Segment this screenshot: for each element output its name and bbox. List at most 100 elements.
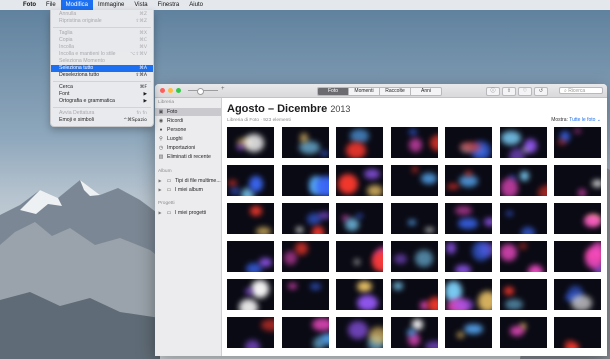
photo-thumbnail[interactable] (390, 241, 438, 272)
disclosure-triangle-icon[interactable]: ▶ (155, 177, 163, 185)
sidebar-header-library: Libreria (158, 100, 174, 105)
photo-thumbnail[interactable] (499, 279, 547, 310)
disclosure-triangle-icon[interactable]: ▶ (155, 209, 163, 217)
photo-light (477, 290, 492, 310)
sidebar-item-photos[interactable]: ▣ Foto (155, 108, 221, 116)
menu-app-name[interactable]: Foto (18, 0, 41, 10)
photo-thumbnail[interactable] (554, 279, 601, 310)
showing-filter[interactable]: Mostra: Tutte le foto ⌄ (551, 117, 601, 123)
photo-thumbnail[interactable] (390, 127, 438, 158)
photo-thumbnail[interactable] (499, 165, 547, 196)
edit-menu-item: Annulla ⌘Z (51, 11, 153, 18)
photo-thumbnail[interactable] (281, 317, 329, 348)
favorite-button[interactable]: ♡ (518, 87, 532, 96)
photo-thumbnail[interactable] (227, 203, 274, 234)
sidebar-item-memories[interactable]: ◉ Ricordi (155, 117, 221, 125)
sidebar-item-label: I miei album (175, 187, 203, 193)
photo-thumbnail[interactable] (281, 203, 329, 234)
menu-window[interactable]: Finestra (153, 0, 185, 10)
rotate-button[interactable]: ↺ (534, 87, 548, 96)
sidebar-item-my-albums[interactable]: ▶ ▭ I miei album (155, 186, 221, 194)
photo-thumbnail[interactable] (445, 165, 492, 196)
tab-photos[interactable]: Foto (318, 88, 349, 95)
disclosure-triangle-icon[interactable]: ▶ (155, 186, 163, 194)
photo-thumbnail[interactable] (445, 203, 492, 234)
edit-menu-item[interactable]: Cerca ⌘F (51, 84, 153, 91)
minimize-window-button[interactable] (168, 88, 173, 93)
fullscreen-window-button[interactable] (176, 88, 181, 93)
photo-thumbnail[interactable] (499, 203, 547, 234)
photo-thumbnail[interactable] (336, 317, 383, 348)
photo-thumbnail[interactable] (281, 241, 329, 272)
photo-thumbnail[interactable] (227, 127, 274, 158)
photo-thumbnail[interactable] (499, 127, 547, 158)
edit-menu-item[interactable]: Font ▶ (51, 91, 153, 98)
photo-thumbnail[interactable] (336, 165, 383, 196)
photo-light (578, 189, 587, 196)
menu-view[interactable]: Vista (129, 0, 152, 10)
info-button[interactable]: ⓘ (486, 87, 500, 96)
search-field[interactable]: ⌕ Ricerca (559, 87, 603, 94)
photo-thumbnail[interactable] (336, 127, 383, 158)
photo-thumbnail[interactable] (390, 165, 438, 196)
sidebar-item-my-projects[interactable]: ▶ ▭ I miei progetti (155, 209, 221, 217)
share-button[interactable]: ⇧ (502, 87, 516, 96)
photo-light (454, 264, 471, 272)
photo-thumbnail[interactable] (554, 241, 601, 272)
zoom-slider[interactable] (188, 88, 218, 95)
zoom-slider-knob[interactable] (197, 88, 204, 95)
photo-thumbnail[interactable] (390, 279, 438, 310)
photo-thumbnail[interactable] (554, 165, 601, 196)
sidebar-item-media-types[interactable]: ▶ ▭ Tipi di file multime... (155, 177, 221, 185)
showing-value[interactable]: Tutte le foto ⌄ (569, 117, 601, 123)
edit-menu-item[interactable]: Emoji e simboli ^⌘Spazio (51, 117, 153, 124)
menu-help[interactable]: Aiuto (184, 0, 208, 10)
photo-thumbnail[interactable] (445, 279, 492, 310)
photo-thumbnail[interactable] (336, 279, 383, 310)
photo-thumbnail[interactable] (281, 165, 329, 196)
photo-thumbnail[interactable] (336, 203, 383, 234)
photo-thumbnail[interactable] (445, 127, 492, 158)
photo-thumbnail[interactable] (281, 127, 329, 158)
menu-item-shortcut: ^⌘Spazio (123, 118, 147, 123)
photo-thumbnail[interactable] (554, 127, 601, 158)
photo-thumbnail[interactable] (281, 279, 329, 310)
photo-thumbnail[interactable] (445, 317, 492, 348)
sidebar-item-places[interactable]: ⚲ Luoghi (155, 135, 221, 143)
menu-image[interactable]: Immagine (93, 0, 129, 10)
photo-thumbnail[interactable] (554, 317, 601, 348)
zoom-plus-icon[interactable]: + (221, 86, 225, 92)
sidebar-item-recently-deleted[interactable]: ▥ Eliminati di recente (155, 153, 221, 161)
photo-light (239, 299, 259, 310)
sidebar-item-imports[interactable]: ◷ Importazioni (155, 144, 221, 152)
tab-moments[interactable]: Momenti (349, 88, 380, 95)
menu-item-label: Incolla e mantieni lo stile (59, 51, 116, 57)
edit-menu-item[interactable]: Ortografia e grammatica ▶ (51, 98, 153, 105)
menu-file[interactable]: File (41, 0, 61, 10)
menu-item-shortcut: ▶ (143, 99, 147, 104)
photo-thumbnail[interactable] (336, 241, 383, 272)
sidebar-item-people[interactable]: ● Persone (155, 126, 221, 134)
photo-thumbnail[interactable] (390, 317, 438, 348)
photo-thumbnail[interactable] (499, 241, 547, 272)
photo-thumbnail[interactable] (499, 317, 547, 348)
photo-thumbnail[interactable] (227, 165, 274, 196)
photo-thumbnail[interactable] (554, 203, 601, 234)
search-placeholder: Ricerca (568, 88, 586, 94)
close-window-button[interactable] (160, 88, 165, 93)
menu-edit[interactable]: Modifica (60, 0, 94, 10)
edit-menu-item: Ripristina originale ⇧⌘Z (51, 18, 153, 25)
photo-thumbnail[interactable] (227, 317, 274, 348)
photo-thumbnail[interactable] (445, 241, 492, 272)
photo-thumbnail[interactable] (390, 203, 438, 234)
photo-thumbnail[interactable] (227, 241, 274, 272)
photo-light (456, 332, 465, 338)
photo-thumbnail[interactable] (227, 279, 274, 310)
edit-menu-item[interactable]: Deseleziona tutto ⇧⌘A (51, 72, 153, 79)
photo-light (505, 211, 513, 216)
photo-light (256, 227, 272, 234)
tab-years[interactable]: Anni (411, 88, 441, 95)
photo-light (504, 299, 523, 310)
edit-menu-item[interactable]: Seleziona tutto ⌘A (51, 65, 153, 72)
tab-collections[interactable]: Raccolte (380, 88, 411, 95)
